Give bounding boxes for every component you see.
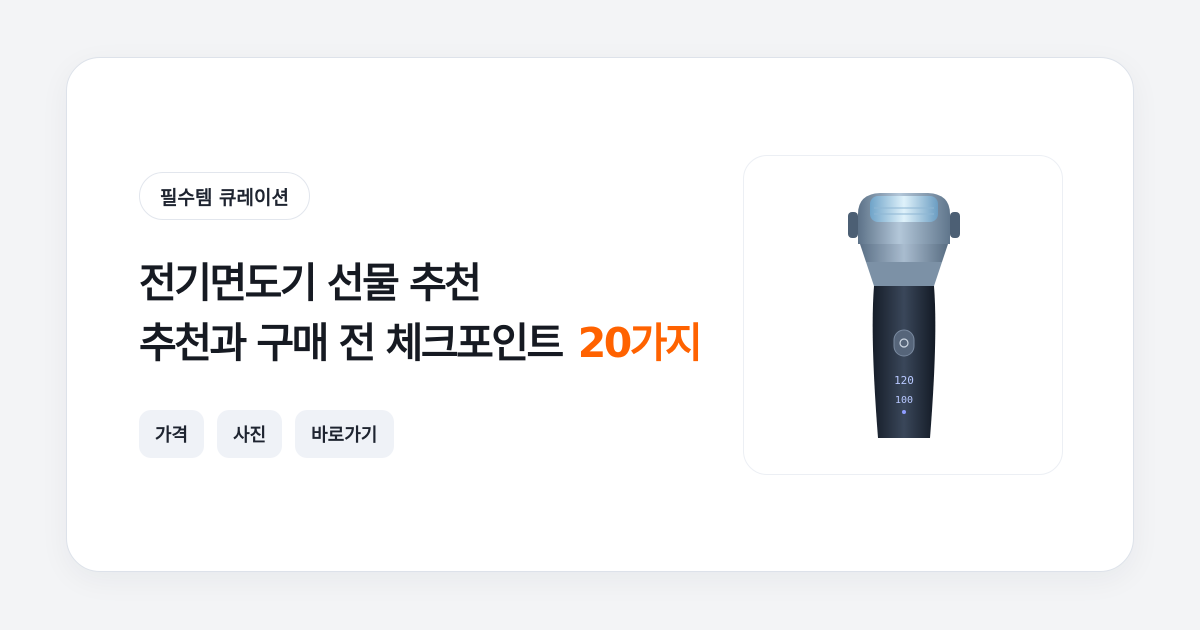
electric-shaver-image: 120 100 (848, 193, 960, 438)
title-line-2: 추천과 구매 전 체크포인트 20가지 (139, 313, 741, 373)
display-bottom-readout: 100 (895, 395, 913, 406)
shaver-clip-left (848, 212, 858, 238)
category-badge-label: 필수템 큐레이션 (160, 186, 289, 209)
content-card: 필수템 큐레이션 전기면도기 선물 추천 추천과 구매 전 체크포인트 20가지 … (66, 57, 1134, 572)
shaver-clip-right (950, 212, 960, 238)
title-accent-count: 20가지 (577, 319, 703, 367)
shaver-body (872, 286, 936, 438)
chip-price[interactable]: 가격 (139, 410, 205, 458)
title-line-2-text: 추천과 구매 전 체크포인트 (139, 319, 564, 367)
product-image-box: 120 100 (743, 155, 1063, 475)
category-badge: 필수템 큐레이션 (139, 172, 310, 220)
title-line-1: 전기면도기 선물 추천 (139, 259, 482, 307)
chip-shortcut[interactable]: 바로가기 (295, 410, 394, 458)
chip-group: 가격 사진 바로가기 (139, 410, 394, 458)
shaver-foil (870, 196, 938, 222)
display-top-readout: 120 (894, 374, 914, 387)
chip-photo[interactable]: 사진 (217, 410, 283, 458)
shaver-neck (860, 244, 948, 262)
page-title: 전기면도기 선물 추천 추천과 구매 전 체크포인트 20가지 (139, 253, 741, 383)
shaver-collar (866, 262, 942, 286)
power-button-icon (893, 329, 915, 357)
status-led-icon (902, 410, 906, 414)
